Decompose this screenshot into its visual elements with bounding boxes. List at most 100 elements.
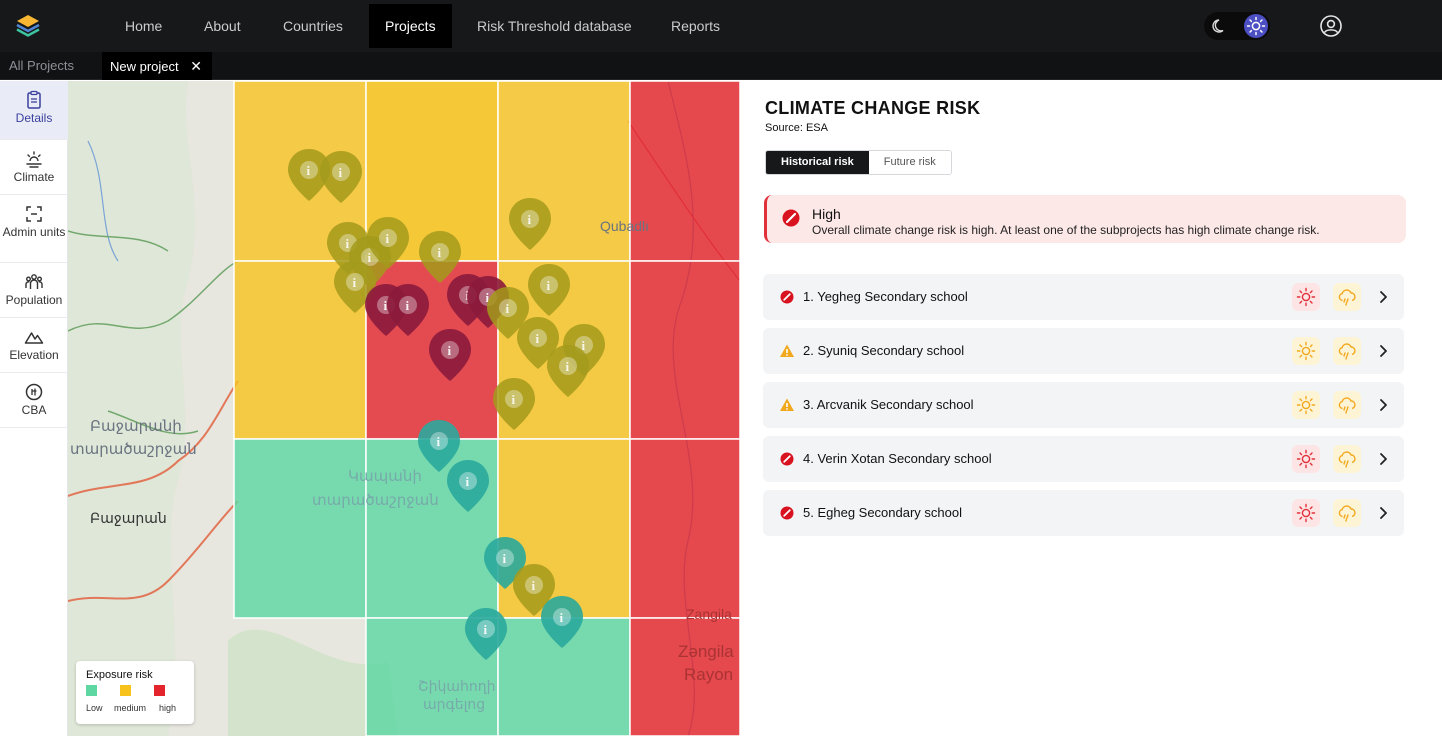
- map-canvas[interactable]: Qubadlı Բաջարանի տարածաշրջան Բաջարան Կապ…: [68, 81, 740, 736]
- no-entry-icon: [780, 506, 794, 520]
- subproject-name: 1. Yegheg Secondary school: [803, 289, 968, 304]
- legend-label-high: high: [159, 703, 177, 713]
- map-label: Բաջարան: [90, 510, 167, 526]
- heat-risk-badge[interactable]: [1292, 391, 1320, 419]
- map-label: Zangila: [686, 606, 732, 622]
- overall-risk-alert: High Overall climate change risk is high…: [764, 195, 1406, 243]
- rain-cloud-icon: [1338, 343, 1356, 360]
- exposure-risk-legend: Exposure risk Low medium high: [76, 661, 194, 724]
- legend-swatch-high: [154, 685, 165, 696]
- map-label: արգելոց: [423, 696, 485, 712]
- layers-logo-icon[interactable]: [14, 12, 42, 40]
- subproject-row[interactable]: 2. Syuniq Secondary school: [763, 328, 1404, 374]
- no-entry-icon: [780, 452, 794, 466]
- legend-title: Exposure risk: [86, 669, 153, 681]
- map-label: տարածաշրջան: [70, 441, 197, 458]
- sidebar-item-label: Climate: [13, 170, 55, 184]
- subproject-name: 5. Egheg Secondary school: [803, 505, 962, 520]
- map-label: Zәngila: [678, 642, 734, 661]
- tab-future-risk[interactable]: Future risk: [868, 151, 951, 174]
- user-circle-icon[interactable]: [1319, 14, 1343, 38]
- legend-swatch-low: [86, 685, 97, 696]
- precipitation-risk-badge[interactable]: [1333, 337, 1361, 365]
- map-label: Qubadlı: [600, 218, 649, 234]
- top-navigation-bar: Home About Countries Projects Risk Thres…: [0, 0, 1442, 52]
- sun-icon: [1296, 503, 1316, 523]
- sidebar-item-label: Details: [15, 111, 53, 125]
- heat-risk-badge[interactable]: [1292, 499, 1320, 527]
- nav-reports[interactable]: Reports: [655, 4, 736, 48]
- left-sidebar: Details Climate Admin units Population E…: [0, 81, 68, 736]
- map-label: Կապանի: [348, 468, 422, 485]
- project-tabs-bar: All Projects New project ✕: [0, 52, 1442, 80]
- nav-projects[interactable]: Projects: [369, 4, 452, 48]
- sidebar-item-admin-units[interactable]: Admin units: [0, 195, 68, 263]
- nav-risk-threshold-database[interactable]: Risk Threshold database: [461, 4, 648, 48]
- sidebar-item-cba[interactable]: CBA: [0, 373, 68, 428]
- precipitation-risk-badge[interactable]: [1333, 445, 1361, 473]
- chevron-right-icon[interactable]: [1375, 505, 1391, 521]
- sidebar-item-elevation[interactable]: Elevation: [0, 318, 68, 373]
- subproject-row[interactable]: 5. Egheg Secondary school: [763, 490, 1404, 536]
- nav-home[interactable]: Home: [109, 4, 178, 48]
- sun-cloud-icon: [26, 151, 42, 168]
- sidebar-item-label: Population: [5, 293, 63, 307]
- tab-new-project-label: New project: [110, 59, 179, 74]
- tab-all-projects[interactable]: All Projects: [9, 52, 74, 80]
- rain-cloud-icon: [1338, 289, 1356, 306]
- sun-icon: [1296, 449, 1316, 469]
- subproject-name: 4. Verin Xotan Secondary school: [803, 451, 992, 466]
- chevron-right-icon[interactable]: [1375, 451, 1391, 467]
- tab-historical-risk[interactable]: Historical risk: [766, 151, 869, 174]
- subproject-row[interactable]: 1. Yegheg Secondary school: [763, 274, 1404, 320]
- sidebar-item-details[interactable]: Details: [0, 81, 68, 140]
- chevron-right-icon[interactable]: [1375, 343, 1391, 359]
- subproject-name: 3. Arcvanik Secondary school: [803, 397, 974, 412]
- map-label: Շիկահողի: [418, 678, 496, 694]
- people-icon: [25, 274, 43, 289]
- alert-text: Overall climate change risk is high. At …: [812, 223, 1320, 237]
- frame-icon: [26, 206, 42, 222]
- sun-icon: [1296, 287, 1316, 307]
- map-label: Բաջարանի: [90, 418, 182, 435]
- legend-label-medium: medium: [114, 703, 147, 713]
- panel-title: CLIMATE CHANGE RISK: [765, 98, 981, 118]
- warning-icon: [780, 344, 794, 357]
- close-icon[interactable]: ✕: [190, 52, 202, 80]
- legend-swatch-medium: [120, 685, 131, 696]
- moon-icon[interactable]: [1212, 18, 1228, 34]
- panel-source: Source: ESA: [765, 122, 828, 134]
- subproject-row[interactable]: 4. Verin Xotan Secondary school: [763, 436, 1404, 482]
- risk-period-toggle: Historical risk Future risk: [765, 150, 952, 175]
- precipitation-risk-badge[interactable]: [1333, 283, 1361, 311]
- tab-new-project[interactable]: New project ✕: [102, 52, 212, 80]
- nav-about[interactable]: About: [188, 4, 257, 48]
- mountain-icon: [24, 332, 44, 344]
- heat-risk-badge[interactable]: [1292, 337, 1320, 365]
- precipitation-risk-badge[interactable]: [1333, 499, 1361, 527]
- no-entry-icon: [780, 290, 794, 304]
- risk-map[interactable]: Qubadlı Բաջարանի տարածաշրջան Բաջարան Կապ…: [68, 81, 740, 736]
- map-label: Rayon: [684, 665, 733, 684]
- sun-icon[interactable]: [1244, 14, 1268, 38]
- legend-label-low: Low: [86, 703, 103, 713]
- sidebar-item-label: Elevation: [9, 348, 59, 362]
- sidebar-item-climate[interactable]: Climate: [0, 140, 68, 195]
- heat-risk-badge[interactable]: [1292, 445, 1320, 473]
- subproject-row[interactable]: 3. Arcvanik Secondary school: [763, 382, 1404, 428]
- subproject-name: 2. Syuniq Secondary school: [803, 343, 965, 358]
- clipboard-icon: [27, 90, 41, 109]
- rain-cloud-icon: [1338, 397, 1356, 414]
- rain-cloud-icon: [1338, 451, 1356, 468]
- sun-icon: [1296, 341, 1316, 361]
- precipitation-risk-badge[interactable]: [1333, 391, 1361, 419]
- theme-toggle[interactable]: [1204, 12, 1270, 40]
- nav-countries[interactable]: Countries: [267, 4, 359, 48]
- heat-risk-badge[interactable]: [1292, 283, 1320, 311]
- climate-risk-panel: CLIMATE CHANGE RISK Source: ESA Historic…: [740, 81, 1442, 736]
- chevron-right-icon[interactable]: [1375, 397, 1391, 413]
- rain-cloud-icon: [1338, 505, 1356, 522]
- map-label: տարածաշրջան: [312, 492, 439, 509]
- sidebar-item-population[interactable]: Population: [0, 263, 68, 318]
- chevron-right-icon[interactable]: [1375, 289, 1391, 305]
